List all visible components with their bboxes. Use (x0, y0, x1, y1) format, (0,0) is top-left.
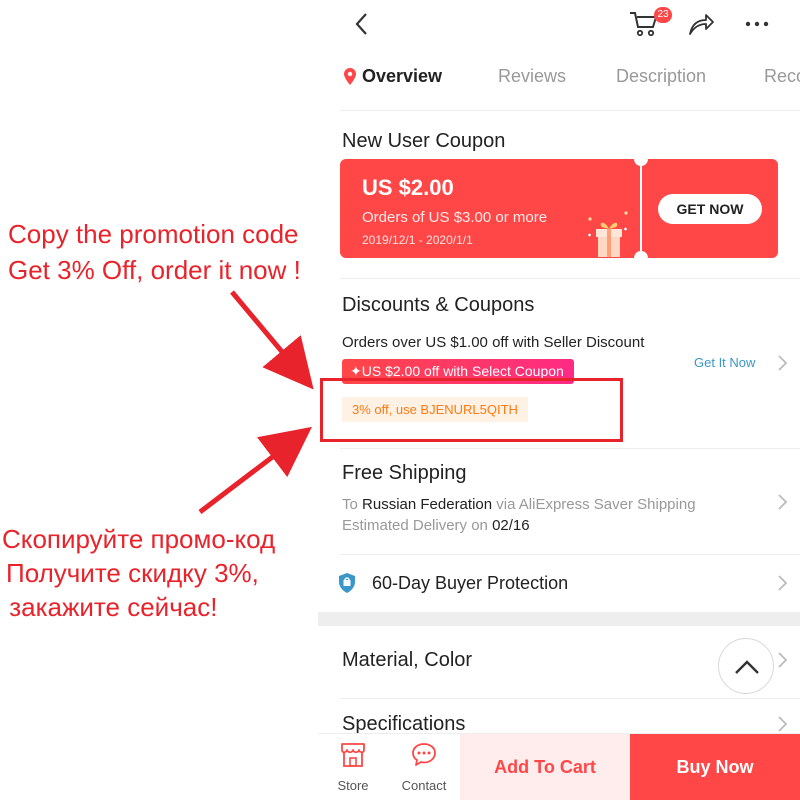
section-gap (318, 612, 800, 626)
discounts-title: Discounts & Coupons (342, 294, 535, 316)
store-icon (341, 743, 365, 767)
section-tabs: Overview Reviews Description Reco (318, 58, 800, 98)
top-bar: 23 (318, 0, 800, 50)
buy-now-button[interactable]: Buy Now (630, 734, 800, 800)
bottom-action-bar: Store Contact Add To Cart Buy Now (318, 733, 800, 800)
new-user-coupon-title: New User Coupon (342, 130, 506, 152)
arrow-up-right (198, 426, 312, 514)
store-button[interactable]: Store (318, 734, 388, 800)
coupon-action-area: GET NOW (642, 159, 778, 258)
coupon-notch (634, 152, 648, 166)
shipping-estimate: Estimated Delivery on 02/16 (342, 517, 530, 534)
location-pin-icon (344, 68, 356, 85)
coupon-amount: US $2.00 (362, 175, 454, 200)
shipping-title: Free Shipping (342, 462, 467, 484)
new-user-coupon-card: US $2.00 Orders of US $3.00 or more 2019… (340, 152, 778, 265)
add-to-cart-button[interactable]: Add To Cart (460, 734, 630, 800)
share-icon[interactable] (686, 10, 716, 38)
material-color-title[interactable]: Material, Color (342, 649, 472, 672)
divider (340, 448, 800, 449)
annotation-line: Copy the promotion code (8, 219, 299, 249)
coupon-validity: 2019/12/1 - 2020/1/1 (362, 233, 473, 247)
store-label: Store (337, 778, 369, 793)
divider (340, 278, 800, 279)
chevron-right-icon[interactable] (776, 650, 788, 670)
estimated-delivery-date: 02/16 (492, 517, 530, 534)
shipping-route: To Russian Federation via AliExpress Sav… (342, 496, 696, 513)
seller-discount-text: Orders over US $1.00 off with Seller Dis… (342, 334, 645, 351)
annotation-line: Скопируйте промо-код (2, 524, 276, 554)
chevron-right-icon[interactable] (776, 492, 788, 512)
promo-highlight-box (320, 378, 623, 442)
buyer-protection-label: 60-Day Buyer Protection (372, 573, 569, 593)
contact-label: Contact (401, 778, 447, 793)
annotation-line: Получите скидку 3%, (6, 558, 259, 588)
english-annotation: Copy the promotion code Get 3% Off, orde… (8, 216, 301, 288)
coupon-notch (634, 251, 648, 265)
divider (340, 554, 800, 555)
chevron-up-icon (735, 660, 759, 674)
estimated-delivery-label: Estimated Delivery on (342, 517, 488, 534)
more-icon[interactable] (742, 12, 772, 36)
shipping-method: via AliExpress Saver Shipping (496, 496, 696, 513)
tab-reviews[interactable]: Reviews (498, 66, 566, 87)
chevron-right-icon[interactable] (776, 714, 788, 734)
contact-button[interactable]: Contact (389, 734, 459, 800)
annotation-line: закажите сейчас! (2, 592, 218, 622)
scroll-to-top-button[interactable] (718, 638, 774, 694)
divider (340, 110, 800, 111)
chevron-right-icon[interactable] (776, 573, 788, 593)
gift-icon (588, 211, 628, 257)
russian-annotation: Скопируйте промо-код Получите скидку 3%,… (2, 522, 275, 624)
back-icon[interactable] (350, 9, 374, 39)
annotation-line: Get 3% Off, order it now ! (8, 255, 301, 285)
product-detail-screen: 23 Overview Reviews Description Reco New… (318, 0, 800, 800)
coupon-body: US $2.00 Orders of US $3.00 or more 2019… (340, 159, 640, 258)
chevron-right-icon[interactable] (776, 353, 788, 373)
tab-recommendations[interactable]: Reco (764, 66, 800, 87)
shield-icon (339, 573, 355, 593)
chat-icon (412, 743, 436, 766)
cart-count-badge: 23 (654, 7, 672, 23)
tab-description[interactable]: Description (616, 66, 706, 87)
coupon-condition: Orders of US $3.00 or more (362, 209, 548, 226)
get-now-button[interactable]: GET NOW (658, 194, 762, 224)
shipping-destination: Russian Federation (362, 496, 493, 513)
divider (340, 698, 800, 699)
arrow-down-right (230, 290, 314, 390)
shipping-to-label: To (342, 496, 358, 513)
tab-overview[interactable]: Overview (362, 66, 442, 87)
get-it-now-link[interactable]: Get It Now (694, 355, 755, 370)
